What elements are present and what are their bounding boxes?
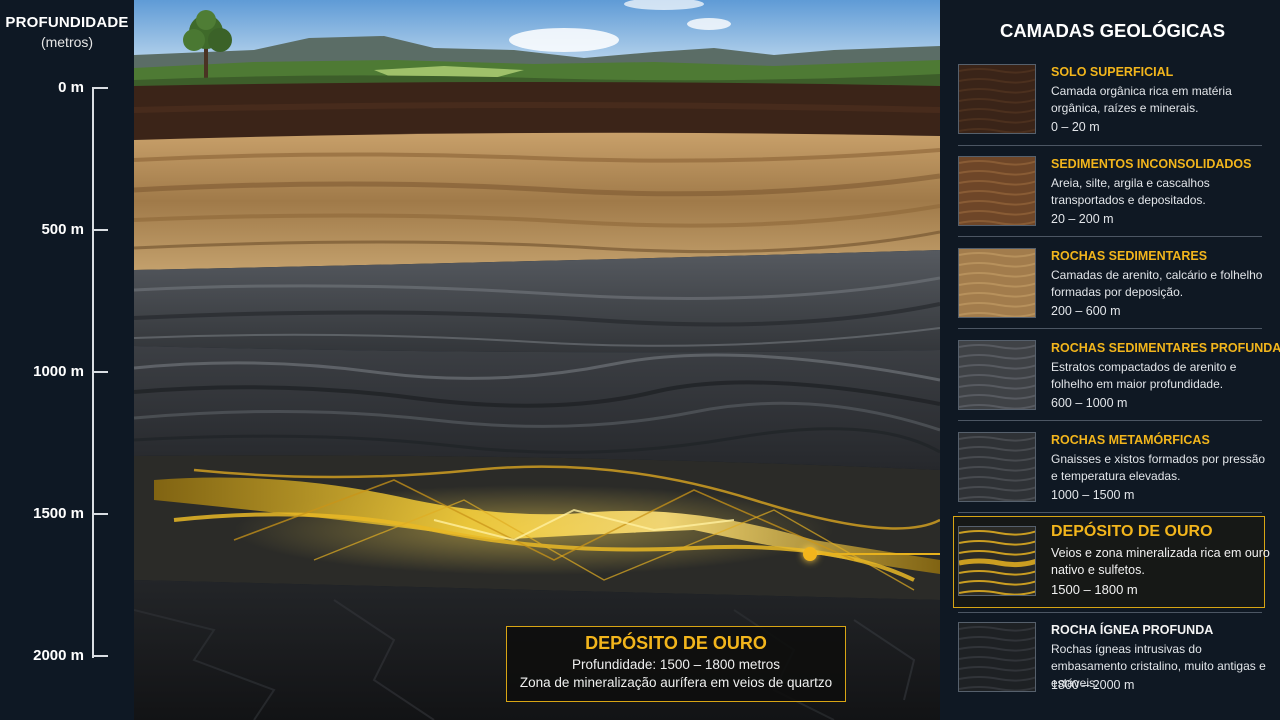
legend-layer-name: ROCHAS METAMÓRFICAS	[1051, 433, 1210, 447]
cloud	[509, 28, 619, 52]
legend-layer-name: DEPÓSITO DE OURO	[1051, 523, 1213, 540]
legend-layer-name: SOLO SUPERFICIAL	[1051, 65, 1174, 79]
legend-layer-description: Camada orgânica rica em matéria orgânica…	[1051, 84, 1232, 115]
depth-title-text: PROFUNDIDADE	[5, 14, 129, 31]
depth-tick	[92, 229, 108, 231]
depth-tick-label: 500 m	[41, 221, 84, 238]
sedimentary-layer	[134, 132, 940, 270]
callout-zone-line: Zona de mineralização aurífera em veios …	[519, 675, 833, 690]
depth-tick-label: 0 m	[58, 79, 84, 96]
layer-swatch	[958, 340, 1036, 410]
gold-deposit-callout: DEPÓSITO DE OURO Profundidade: 1500 – 18…	[506, 626, 846, 702]
legend-layer-range: 1000 – 1500 m	[1051, 488, 1135, 502]
depth-scale-panel: PROFUNDIDADE (metros) 0 m 500 m 1000 m 1500…	[0, 0, 134, 720]
callout-connector-dot	[803, 547, 817, 561]
legend-layer-description: Camadas de arenito, calcário e folhelho …	[1051, 268, 1263, 299]
legend-layer-description: Estratos compactados de arenito e folhel…	[1051, 360, 1237, 391]
depth-tick-label: 2000 m	[33, 647, 84, 664]
legend-layer-range: 1800 – 2000 m	[1051, 678, 1135, 692]
geological-cross-section: DEPÓSITO DE OURO Profundidade: 1500 – 18…	[134, 0, 940, 720]
layer-swatch	[958, 64, 1036, 134]
legend-layer-name: ROCHA ÍGNEA PROFUNDA	[1051, 623, 1214, 637]
depth-scale-title: PROFUNDIDADE (metros)	[0, 14, 134, 50]
legend-layer-name: SEDIMENTOS INCONSOLIDADOS	[1051, 157, 1252, 171]
layer-swatch	[958, 156, 1036, 226]
legend-item: ROCHA ÍGNEA PROFUNDA Rochas ígneas intrus…	[952, 622, 1266, 712]
depth-scale-axis	[92, 88, 94, 658]
callout-depth-line: Profundidade: 1500 – 1800 metros	[572, 657, 780, 672]
layer-swatch	[958, 526, 1036, 596]
legend-item: ROCHAS SEDIMENTARES PROFUNDAS Estratos co…	[952, 340, 1280, 430]
legend-layer-description: Gnaisses e xistos formados por pressão e…	[1051, 452, 1266, 483]
depth-tick-label: 1000 m	[33, 363, 84, 380]
legend-item: SEDIMENTOS INCONSOLIDADOS Areia, silte, a…	[952, 156, 1264, 246]
cross-section-illustration	[134, 0, 940, 720]
depth-tick	[92, 513, 108, 515]
legend-layer-range: 0 – 20 m	[1051, 120, 1100, 134]
depth-tick	[92, 655, 108, 657]
layer-swatch	[958, 432, 1036, 502]
legend-title: CAMADAS GEOLÓGICAS	[999, 20, 1226, 41]
legend-item: ROCHAS SEDIMENTARES Camadas de arenito, c…	[952, 248, 1264, 338]
callout-connector-line	[810, 553, 955, 555]
depth-tick	[92, 87, 108, 89]
cloud	[687, 18, 731, 30]
legend-layer-description: Veios e zona mineralizada rica em ouro n…	[1051, 546, 1270, 577]
legend-layer-range: 200 – 600 m	[1051, 304, 1121, 318]
legend-layer-name: ROCHAS SEDIMENTARES PROFUNDAS	[1051, 341, 1280, 355]
legend-layer-name: ROCHAS SEDIMENTARES	[1051, 249, 1208, 263]
legend-layer-range: 20 – 200 m	[1051, 212, 1114, 226]
depth-tick	[92, 371, 108, 373]
depth-unit-text: (metros)	[40, 34, 94, 50]
legend-item: ROCHAS METAMÓRFICAS Gnaisses e xistos for…	[952, 432, 1265, 522]
legend-item: SOLO SUPERFICIAL Camada orgânica rica em …	[952, 64, 1264, 154]
layer-swatch	[958, 622, 1036, 692]
layer-swatch	[958, 248, 1036, 318]
callout-title: DEPÓSITO DE OURO	[585, 633, 767, 653]
legend-item: DEPÓSITO DE OURO Veios e zona mineralizad…	[952, 516, 1270, 616]
legend-layer-description: Areia, silte, argila e cascalhos transpo…	[1051, 176, 1210, 207]
topsoil-layer	[134, 82, 940, 140]
legend-layer-range: 1500 – 1800 m	[1051, 582, 1138, 597]
legend-layer-range: 600 – 1000 m	[1051, 396, 1128, 410]
depth-tick-label: 1500 m	[33, 505, 84, 522]
